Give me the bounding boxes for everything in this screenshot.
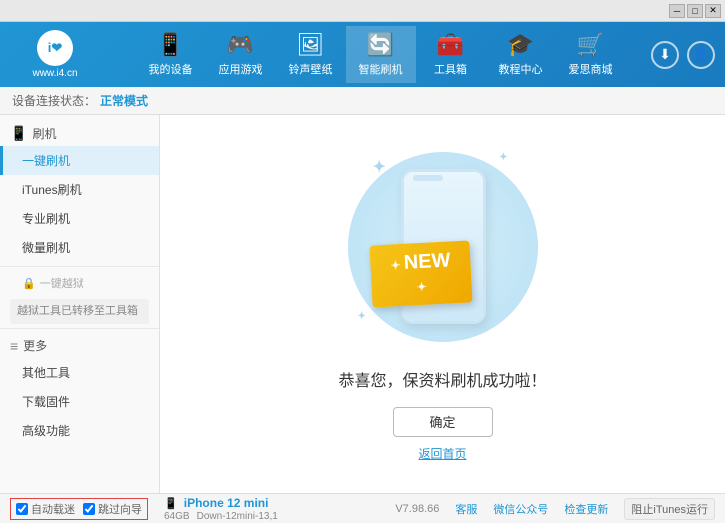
sidebar-item-one-click-flash[interactable]: 一键刷机 [0,146,159,175]
device-name: iPhone 12 mini [184,496,269,510]
title-bar: ─ □ ✕ [0,0,725,22]
auto-startup-label: 自动载迷 [31,501,75,517]
nav-apps-label: 应用游戏 [219,61,263,77]
jailbreak-label: 一键越狱 [40,275,84,291]
logo-icon: i❤ [37,30,73,66]
sidebar-jailbreak-section: 🔒 一键越狱 [0,271,159,295]
success-message: 恭喜您，保资料刷机成功啦！ [338,367,546,391]
nav-mall-label: 爱思商城 [569,61,613,77]
auto-startup-checkbox-label[interactable]: 自动载迷 [16,501,75,517]
phone-notch [413,175,443,181]
lock-icon: 🔒 [22,277,36,290]
jailbreak-notice: 越狱工具已转移至工具箱 [10,299,149,324]
user-btn[interactable]: 👤 [687,41,715,69]
bottom-bar: 自动载迷 跳过向导 📱 iPhone 12 mini 64GB Down-12m… [0,493,725,523]
wizard-checkbox[interactable] [83,503,95,515]
divider-1 [0,266,159,267]
itunes-status-btn[interactable]: 阻止iTunes运行 [624,498,715,520]
micro-flash-label: 微量刷机 [22,241,70,255]
other-tools-label: 其他工具 [22,366,70,380]
confirm-button[interactable]: 确定 [393,407,493,437]
toolbox-icon: 🧰 [437,32,464,58]
sparkle-2: ✦ [499,152,507,163]
nav-mall[interactable]: 🛒 爱思商城 [556,26,626,83]
nav-apps[interactable]: 🎮 应用游戏 [206,26,276,83]
wallpaper-icon: 🖼 [297,32,325,58]
sidebar-item-download-firmware[interactable]: 下载固件 [0,387,159,416]
sidebar-item-pro-flash[interactable]: 专业刷机 [0,204,159,233]
nav-tutorial[interactable]: 🎓 教程中心 [486,26,556,83]
divider-2 [0,328,159,329]
status-label: 设备连接状态： [12,92,96,109]
logo-url: www.i4.cn [32,68,77,79]
nav-my-device-label: 我的设备 [149,61,193,77]
logo-area[interactable]: i❤ www.i4.cn [10,30,100,79]
bottom-left: 自动载迷 跳过向导 📱 iPhone 12 mini 64GB Down-12m… [10,496,395,522]
sparkle-1: ✦ [373,157,386,177]
itunes-flash-label: iTunes刷机 [22,183,82,197]
smart-flash-icon: 🔄 [367,32,394,58]
main-content: ✦ ✦ ✦ NEW 恭喜您，保资料刷机成功啦！ 确定 返回首页 [160,115,725,493]
nav-smart-flash-label: 智能刷机 [359,61,403,77]
wechat-link[interactable]: 微信公众号 [493,501,548,517]
apps-icon: 🎮 [227,32,254,58]
flash-section-label: 刷机 [32,125,56,142]
sidebar-section-more[interactable]: ≡ 更多 [0,333,159,358]
sidebar-item-micro-flash[interactable]: 微量刷机 [0,233,159,262]
wizard-checkbox-label[interactable]: 跳过向导 [83,501,142,517]
back-link[interactable]: 返回首页 [418,445,466,462]
device-storage: 64GB [164,511,190,522]
nav-wallpaper[interactable]: 🖼 铃声壁纸 [276,26,346,83]
download-firmware-label: 下载固件 [22,395,70,409]
maximize-btn[interactable]: □ [687,4,703,18]
nav-toolbox-label: 工具箱 [434,61,467,77]
nav-toolbox[interactable]: 🧰 工具箱 [416,26,486,83]
main-area: 📱 刷机 一键刷机 iTunes刷机 专业刷机 微量刷机 🔒 一键越狱 越狱工具… [0,115,725,493]
sidebar-item-advanced[interactable]: 高级功能 [0,416,159,445]
jailbreak-notice-text: 越狱工具已转移至工具箱 [17,305,138,317]
device-icon: 📱 [164,498,178,510]
my-device-icon: 📱 [157,32,184,58]
auto-startup-checkbox[interactable] [16,503,28,515]
header-right: ⬇ 👤 [651,41,715,69]
device-info: 📱 iPhone 12 mini 64GB Down-12mini-13,1 [164,496,278,522]
status-bar: 设备连接状态： 正常模式 [0,87,725,115]
nav-bar: 📱 我的设备 🎮 应用游戏 🖼 铃声壁纸 🔄 智能刷机 🧰 工具箱 🎓 教程中心… [110,26,651,83]
bottom-right: V7.98.66 客服 微信公众号 检查更新 阻止iTunes运行 [395,498,715,520]
wizard-label: 跳过向导 [98,501,142,517]
nav-wallpaper-label: 铃声壁纸 [289,61,333,77]
flash-section-icon: 📱 [10,125,27,142]
phone-illustration: ✦ ✦ ✦ NEW [343,147,543,347]
sidebar-section-flash[interactable]: 📱 刷机 [0,121,159,146]
window-controls[interactable]: ─ □ ✕ [669,4,721,18]
header: i❤ www.i4.cn 📱 我的设备 🎮 应用游戏 🖼 铃声壁纸 🔄 智能刷机… [0,22,725,87]
sparkle-3: ✦ [358,311,366,322]
sidebar-item-itunes-flash[interactable]: iTunes刷机 [0,175,159,204]
pro-flash-label: 专业刷机 [22,212,70,226]
tutorial-icon: 🎓 [507,32,534,58]
sidebar: 📱 刷机 一键刷机 iTunes刷机 专业刷机 微量刷机 🔒 一键越狱 越狱工具… [0,115,160,493]
more-section-label: 更多 [23,337,47,354]
new-banner: NEW [369,240,472,307]
advanced-label: 高级功能 [22,424,70,438]
one-click-flash-label: 一键刷机 [22,154,70,168]
nav-tutorial-label: 教程中心 [499,61,543,77]
sidebar-item-other-tools[interactable]: 其他工具 [0,358,159,387]
nav-smart-flash[interactable]: 🔄 智能刷机 [346,26,416,83]
nav-my-device[interactable]: 📱 我的设备 [136,26,206,83]
download-btn[interactable]: ⬇ [651,41,679,69]
checkbox-container: 自动载迷 跳过向导 [10,498,148,520]
status-value: 正常模式 [100,92,148,109]
more-section-icon: ≡ [10,338,18,354]
mall-icon: 🛒 [577,32,604,58]
device-firmware: Down-12mini-13,1 [197,511,278,522]
close-btn[interactable]: ✕ [705,4,721,18]
check-update-link[interactable]: 检查更新 [564,501,608,517]
customer-service-link[interactable]: 客服 [455,501,477,517]
version-text: V7.98.66 [395,503,439,515]
minimize-btn[interactable]: ─ [669,4,685,18]
